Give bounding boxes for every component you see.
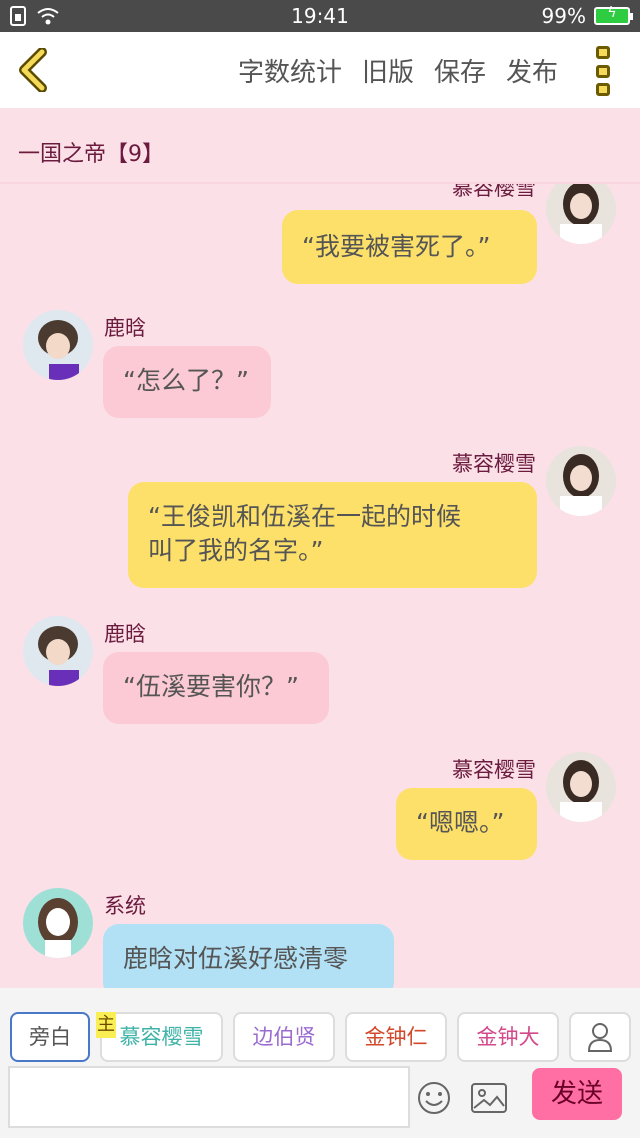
chevron-left-icon [19,47,47,93]
back-button[interactable] [14,47,54,93]
word-count-button[interactable]: 字数统计 [238,52,342,89]
message-text: “伍溪要害你？” [123,672,299,701]
chapter-title: 一国之帝【9】 [18,142,164,167]
save-button[interactable]: 保存 [434,52,486,89]
message-text: “我要被害死了。” [302,232,491,261]
avatar-girl[interactable] [546,446,616,516]
role-tab-jin-zhongren[interactable]: 金钟仁 [345,1012,447,1062]
role-label: 慕容樱雪 [119,1025,204,1049]
role-label: 金钟大 [476,1025,540,1049]
chat-area[interactable]: 慕容樱雪 “我要被害死了。” 鹿晗 “怎么了？” 慕容樱雪 “王俊凯和伍溪在一起… [0,184,640,988]
old-version-button[interactable]: 旧版 [362,52,414,89]
role-label: 旁白 [29,1025,71,1049]
speaker-name: 鹿晗 [104,316,146,340]
message-bubble[interactable]: “王俊凯和伍溪在一起的时候 叫了我的名字。” [128,482,537,588]
role-label: 边伯贤 [252,1025,316,1049]
emoji-icon [418,1082,450,1114]
battery-icon: ϟ [594,5,633,25]
message-bubble[interactable]: “我要被害死了。” [282,210,537,284]
message-text: “嗯嗯。” [416,808,505,837]
avatar-boy[interactable] [23,616,93,686]
speaker-name: 慕容樱雪 [452,452,536,476]
role-tab-bian[interactable]: 边伯贤 [233,1012,335,1062]
message-text: “怎么了？” [123,366,249,395]
image-button[interactable] [470,1082,508,1114]
message-bubble[interactable]: “伍溪要害你？” [103,652,329,724]
add-role-button[interactable] [569,1012,631,1062]
send-button[interactable]: 发送 [532,1068,622,1120]
publish-button[interactable]: 发布 [506,52,558,89]
composer: 旁白 慕容樱雪 主 边伯贤 金钟仁 金钟大 发送 [0,988,640,1138]
avatar-system[interactable] [23,888,93,958]
speaker-name: 慕容樱雪 [452,184,536,200]
message-bubble[interactable]: “嗯嗯。” [396,788,537,860]
avatar-boy[interactable] [23,310,93,380]
role-selector: 旁白 慕容樱雪 主 边伯贤 金钟仁 金钟大 [0,1012,640,1062]
message-bubble[interactable]: 鹿晗对伍溪好感清零 [103,924,394,988]
avatar-girl[interactable] [546,752,616,822]
status-bar: 19:41 99% ϟ [0,0,640,32]
role-tab-jin-zhongda[interactable]: 金钟大 [457,1012,559,1062]
speaker-name: 系统 [104,894,146,918]
message-text-line2: 叫了我的名字。” [148,536,324,565]
battery-percent: 99% [541,4,586,28]
speaker-name: 慕容樱雪 [452,758,536,782]
vertical-dots-icon[interactable] [596,46,616,96]
avatar-girl[interactable] [546,184,616,244]
message-bubble[interactable]: “怎么了？” [103,346,271,418]
message-text: 鹿晗对伍溪好感清零 [123,944,349,973]
role-label: 金钟仁 [364,1025,428,1049]
person-icon [587,1023,613,1052]
top-toolbar: 字数统计 旧版 保存 发布 [0,32,640,108]
emoji-button[interactable] [416,1080,452,1116]
role-tab-murong[interactable]: 慕容樱雪 [100,1012,223,1062]
role-tab-narration[interactable]: 旁白 [10,1012,90,1062]
image-icon [471,1083,507,1113]
message-text: “王俊凯和伍溪在一起的时候 [148,502,461,531]
main-role-badge: 主 [96,1012,116,1038]
speaker-name: 鹿晗 [104,622,146,646]
message-input[interactable] [8,1066,410,1128]
